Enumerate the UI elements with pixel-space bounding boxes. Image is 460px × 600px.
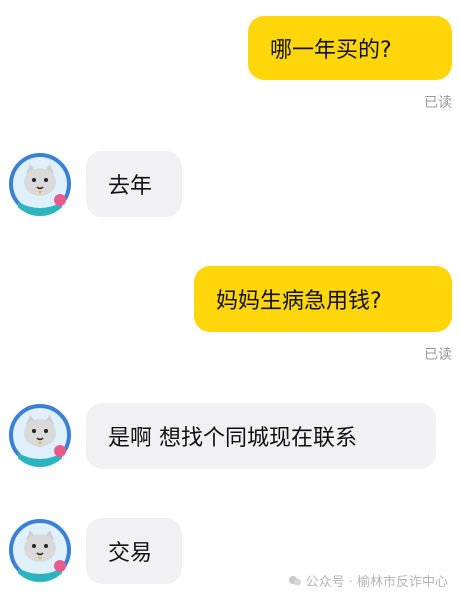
- message-bubble-outgoing[interactable]: 哪一年买的?: [248, 16, 452, 80]
- wechat-icon: [288, 575, 301, 585]
- avatar[interactable]: [8, 518, 72, 582]
- message-text: 是啊 想找个同城现在联系: [108, 426, 357, 451]
- message-bubble-outgoing[interactable]: 妈妈生病急用钱?: [194, 266, 452, 332]
- message-bubble-incoming[interactable]: 去年: [86, 151, 182, 217]
- message-text: 去年: [108, 174, 153, 199]
- message-bubble-incoming[interactable]: 交易: [86, 518, 182, 584]
- cat-astronaut-icon: [9, 519, 71, 582]
- read-receipt: 已读: [424, 347, 452, 363]
- message-text: 哪一年买的?: [270, 38, 392, 63]
- message-bubble-incoming[interactable]: 是啊 想找个同城现在联系: [86, 403, 436, 469]
- avatar[interactable]: [8, 152, 72, 216]
- avatar[interactable]: [8, 403, 72, 467]
- cat-astronaut-icon: [9, 404, 71, 467]
- message-text: 交易: [108, 541, 153, 566]
- cat-astronaut-icon: [9, 153, 71, 216]
- read-receipt: 已读: [424, 95, 452, 111]
- watermark: 公众号 · 榆林市反诈中心: [288, 571, 448, 590]
- watermark-text: 公众号 · 榆林市反诈中心: [305, 575, 448, 590]
- message-text: 妈妈生病急用钱?: [216, 289, 382, 314]
